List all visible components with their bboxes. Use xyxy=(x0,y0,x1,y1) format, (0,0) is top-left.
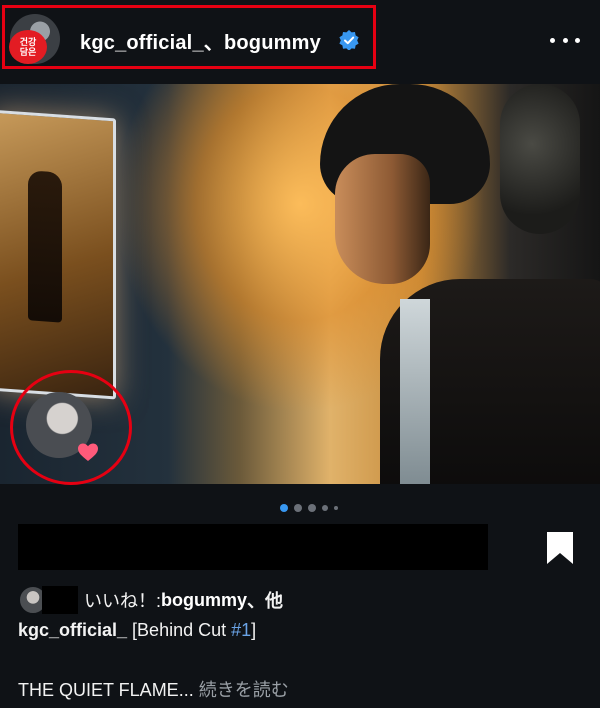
bookmark-icon[interactable] xyxy=(546,531,574,565)
caption-text-before: [Behind Cut xyxy=(127,620,232,640)
caption-username[interactable]: kgc_official_ xyxy=(18,620,127,640)
post-header: 건강 담은 kgc_official_、bogummy xyxy=(0,0,600,84)
post-description: THE QUIET FLAME... 続きを読む xyxy=(18,676,289,702)
highlight-circle xyxy=(10,370,132,485)
likes-suffix[interactable]: 、他 xyxy=(247,587,283,613)
carousel-dot xyxy=(334,506,338,510)
caption-text-after: ] xyxy=(251,620,257,640)
likes-prefix: いいね！: xyxy=(84,591,162,611)
highlight-box xyxy=(2,5,376,69)
monitor-screen xyxy=(0,109,116,400)
person-shirt xyxy=(400,299,430,484)
more-options-icon[interactable] xyxy=(550,28,580,52)
carousel-indicator xyxy=(280,503,350,513)
carousel-dot xyxy=(294,504,302,512)
description-text: THE QUIET FLAME... xyxy=(18,680,199,700)
carousel-dot xyxy=(308,504,316,512)
likes-row: いいね！: bogummy 、他 xyxy=(18,585,578,615)
caption-hashtag[interactable]: #1 xyxy=(231,620,251,640)
redacted-liker xyxy=(42,586,78,614)
person-face xyxy=(335,154,430,284)
carousel-dot xyxy=(322,505,328,511)
redacted-action-bar xyxy=(18,524,488,570)
monitor-figure xyxy=(28,170,62,323)
post-caption: kgc_official_ [Behind Cut #1] xyxy=(18,620,256,641)
carousel-dot xyxy=(280,504,288,512)
likes-user[interactable]: bogummy xyxy=(161,590,247,611)
background-person xyxy=(500,84,580,234)
read-more-link[interactable]: 続きを読む xyxy=(199,680,289,700)
